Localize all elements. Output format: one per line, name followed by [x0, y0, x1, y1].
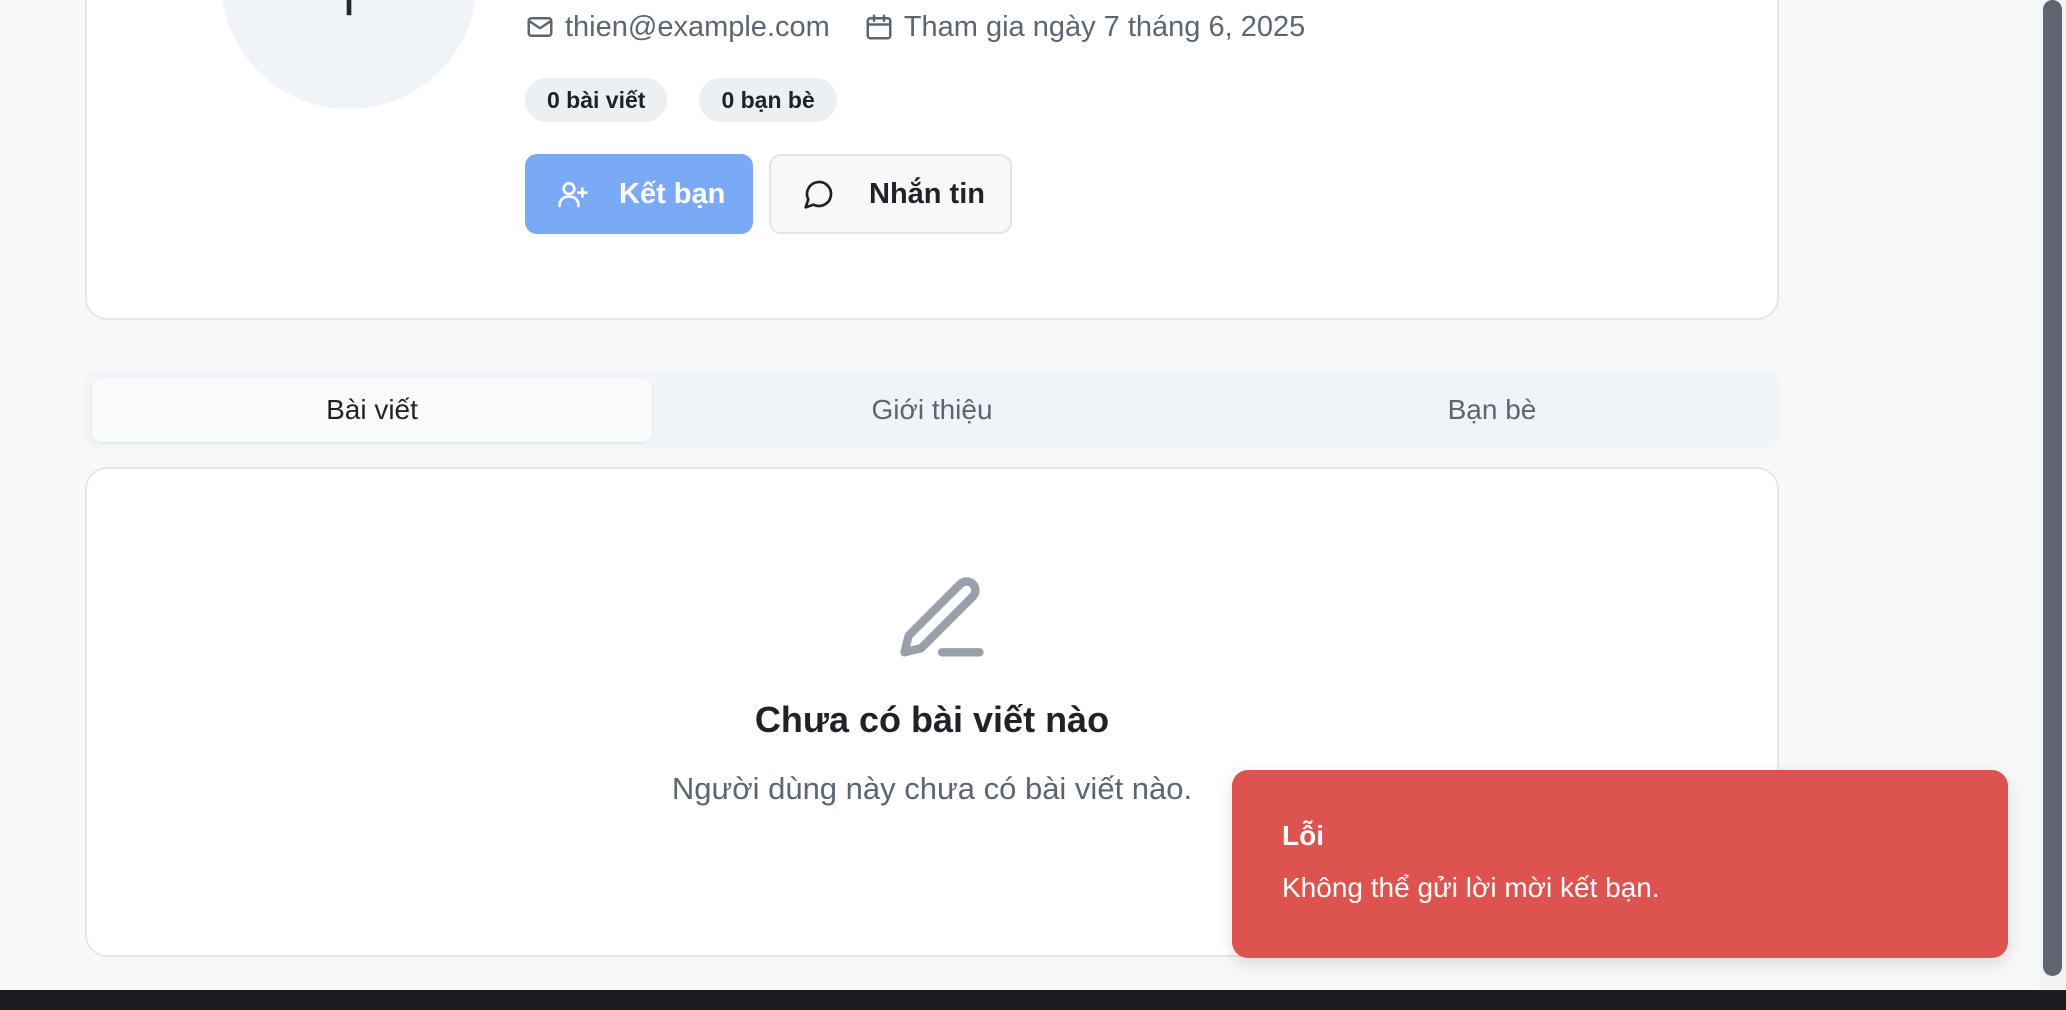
mail-icon	[527, 17, 553, 37]
tab-posts[interactable]: Bài viết	[92, 378, 652, 442]
add-friend-button[interactable]: Kết bạn	[525, 154, 753, 234]
tab-about[interactable]: Giới thiệu	[652, 378, 1212, 442]
avatar: T	[221, 0, 477, 109]
toast-title: Lỗi	[1282, 820, 1324, 851]
message-label: Nhắn tin	[869, 177, 985, 210]
scrollbar[interactable]	[2039, 0, 2066, 990]
scrollbar-thumb[interactable]	[2043, 0, 2062, 976]
joined-text: Tham gia ngày 7 tháng 6, 2025	[903, 10, 1306, 43]
joined-info: Tham gia ngày 7 tháng 6, 2025	[864, 11, 1305, 44]
toast-message: Không thể gửi lời mời kết bạn.	[1282, 872, 1660, 903]
chat-bubble-icon	[804, 180, 833, 209]
profile-info-row: thien@example.com Tham gia ngày 7 tháng …	[525, 7, 1339, 47]
tab-friends[interactable]: Bạn bè	[1212, 378, 1772, 442]
email-info: thien@example.com	[525, 11, 830, 44]
error-toast[interactable]: Lỗi Không thể gửi lời mời kết bạn.	[1232, 770, 2008, 958]
avatar-initial: T	[334, 0, 365, 27]
window-bottom-edge	[0, 990, 2066, 1010]
empty-title: Chưa có bài viết nào	[754, 699, 1110, 740]
add-friend-label: Kết bạn	[619, 177, 726, 210]
email-text: thien@example.com	[565, 10, 830, 43]
message-button[interactable]: Nhắn tin	[769, 154, 1012, 234]
profile-actions: Kết bạn Nhắn tin	[525, 154, 1012, 234]
profile-card: T thien@example.com Tham gia ngày 7 thán…	[85, 0, 1779, 320]
user-plus-icon	[558, 182, 588, 208]
profile-tabs: Bài viết Giới thiệu Bạn bè	[85, 371, 1779, 449]
profile-page: T thien@example.com Tham gia ngày 7 thán…	[0, 0, 2066, 1010]
pencil-icon	[900, 577, 984, 657]
friends-count-badge: 0 bạn bè	[699, 78, 837, 122]
profile-stats: 0 bài viết 0 bạn bè	[525, 78, 869, 122]
calendar-icon	[866, 14, 892, 40]
posts-count-badge: 0 bài viết	[525, 78, 668, 122]
